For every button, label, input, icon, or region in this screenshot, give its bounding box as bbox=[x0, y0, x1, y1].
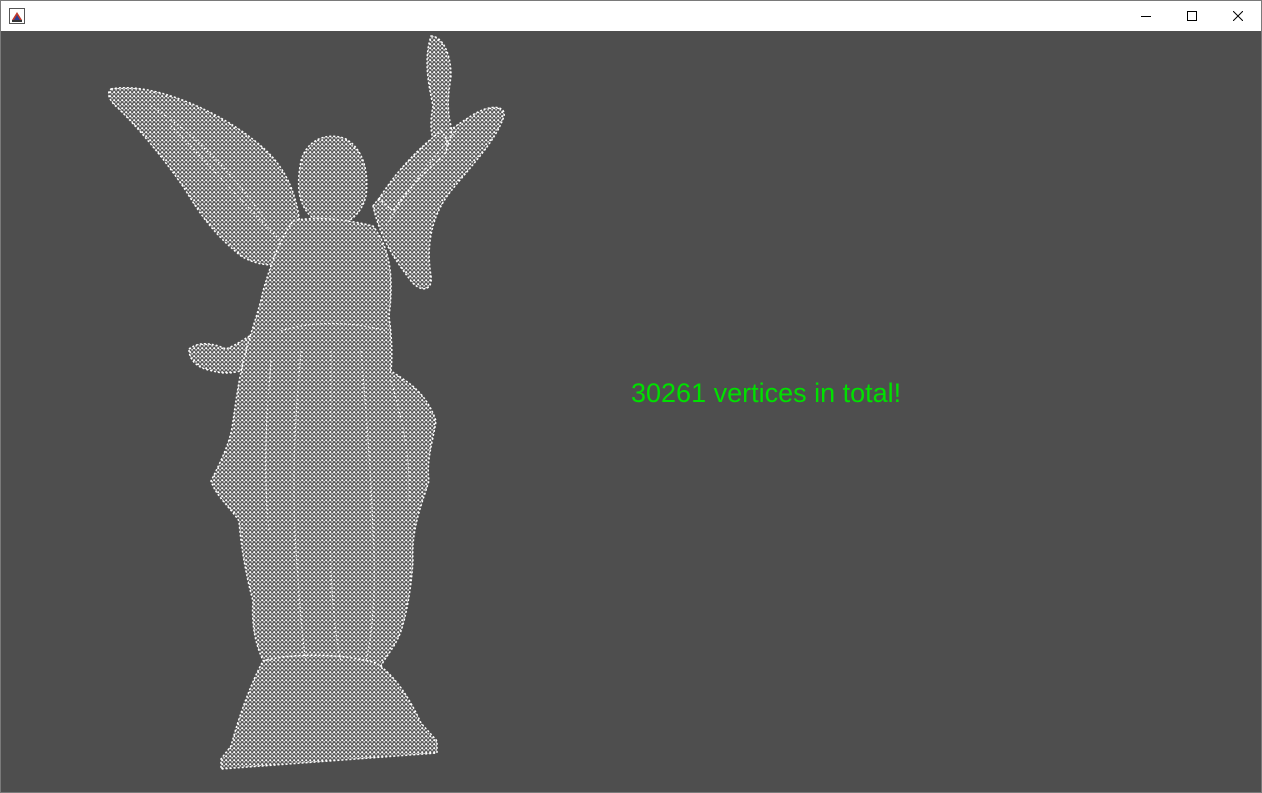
java-app-icon bbox=[9, 8, 25, 24]
close-icon bbox=[1233, 11, 1243, 21]
angel-statue-point-cloud bbox=[107, 35, 505, 770]
app-window: 30261 vertices in total! bbox=[0, 0, 1262, 793]
close-button[interactable] bbox=[1215, 1, 1261, 31]
minimize-button[interactable] bbox=[1123, 1, 1169, 31]
statue-body bbox=[107, 35, 505, 770]
title-bar[interactable] bbox=[1, 1, 1261, 31]
maximize-button[interactable] bbox=[1169, 1, 1215, 31]
vertex-count-label: 30261 vertices in total! bbox=[631, 378, 902, 408]
minimize-icon bbox=[1141, 16, 1151, 17]
render-canvas[interactable]: 30261 vertices in total! bbox=[1, 31, 1261, 792]
maximize-icon bbox=[1187, 11, 1197, 21]
